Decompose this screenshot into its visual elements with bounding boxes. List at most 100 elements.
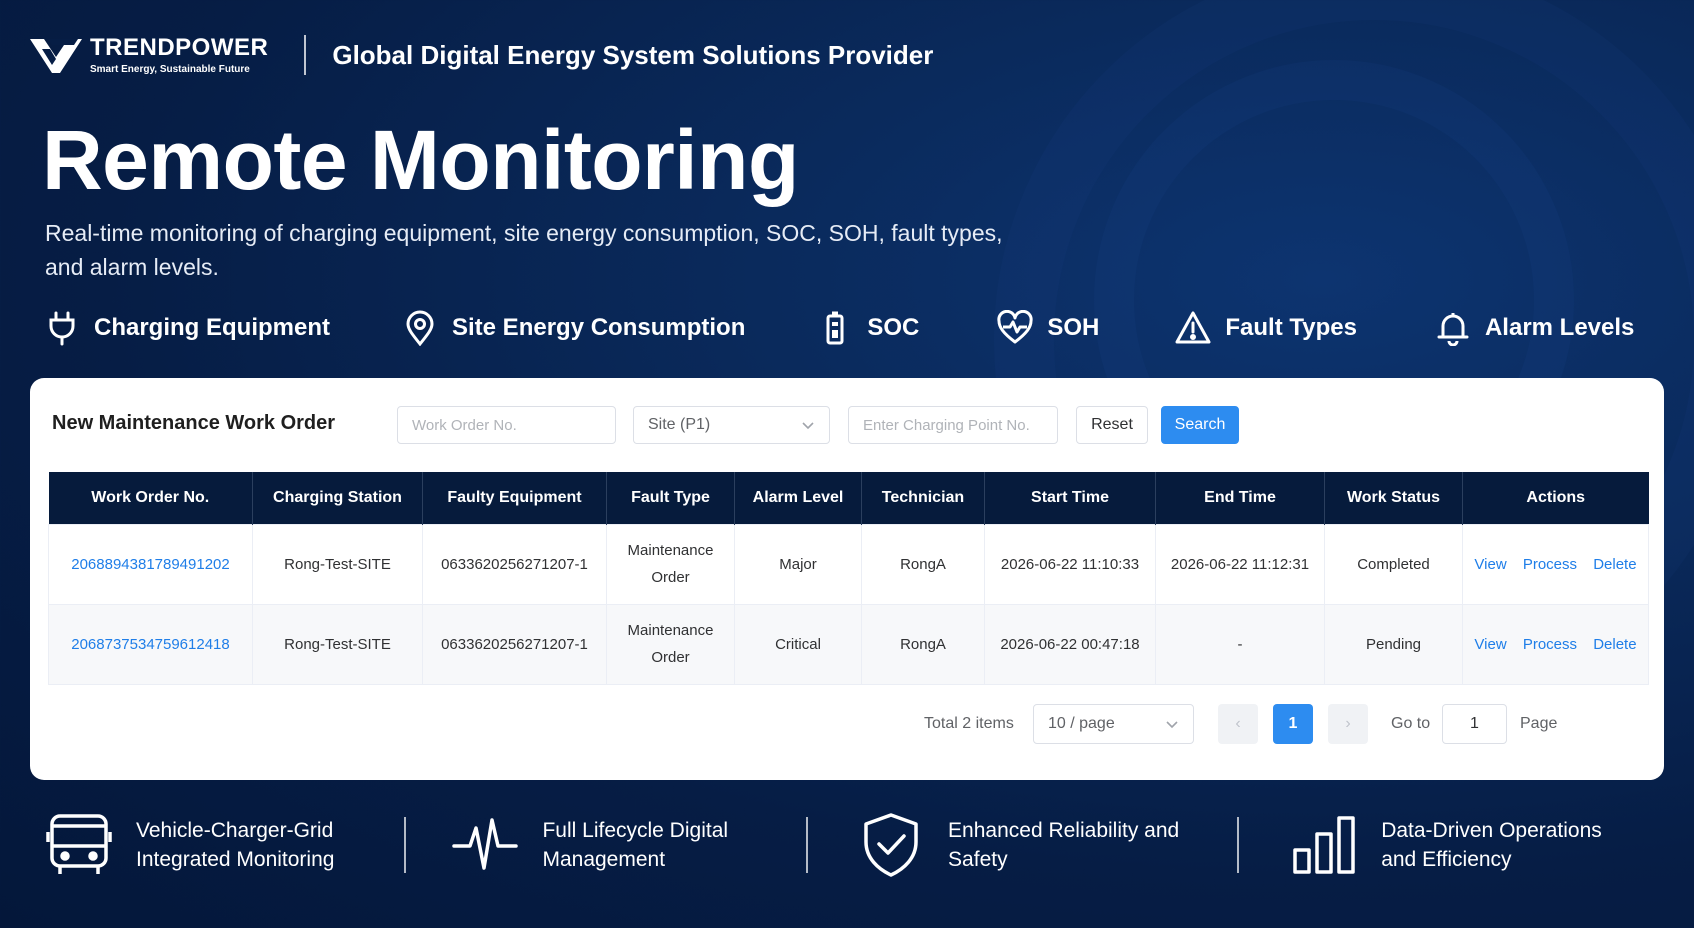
delete-link[interactable]: Delete bbox=[1593, 636, 1636, 653]
end-time-cell: 2026-06-22 11:12:31 bbox=[1155, 523, 1325, 605]
table-header-row: Work Order No. Charging Station Faulty E… bbox=[48, 472, 1649, 524]
header-divider bbox=[304, 35, 307, 75]
process-link[interactable]: Process bbox=[1523, 636, 1577, 653]
feature-list: Charging Equipment Site Energy Consumpti… bbox=[44, 310, 1634, 346]
fault-type-cell: Maintenance Order bbox=[606, 523, 735, 605]
work-status-cell: Pending bbox=[1324, 603, 1463, 685]
highlight-line: Enhanced Reliability and bbox=[948, 819, 1180, 842]
site-select[interactable]: Site (P1) bbox=[633, 406, 830, 444]
search-button[interactable]: Search bbox=[1161, 406, 1239, 444]
trendpower-logo-icon bbox=[30, 39, 82, 73]
feature-site-energy: Site Energy Consumption bbox=[402, 310, 745, 346]
charging-point-input[interactable] bbox=[848, 406, 1058, 444]
column-header[interactable]: Start Time bbox=[984, 472, 1156, 524]
goto-page-input[interactable] bbox=[1442, 704, 1507, 744]
highlight-line: Vehicle-Charger-Grid bbox=[136, 819, 334, 842]
work-order-link[interactable]: 2068737534759612418 bbox=[71, 636, 230, 653]
feature-label: Alarm Levels bbox=[1484, 314, 1635, 341]
page-label: Page bbox=[1520, 715, 1558, 732]
feature-label: SOC bbox=[867, 314, 920, 341]
column-header[interactable]: Fault Type bbox=[606, 472, 735, 524]
column-header[interactable]: Charging Station bbox=[252, 472, 423, 524]
feature-label: SOH bbox=[1047, 314, 1100, 341]
highlight-item: Enhanced Reliability and Safety bbox=[858, 812, 1179, 878]
process-link[interactable]: Process bbox=[1523, 556, 1577, 573]
brand-tagline: Smart Energy, Sustainable Future bbox=[90, 63, 250, 75]
faulty-equipment-cell: 0633620256271207-1 bbox=[422, 523, 607, 605]
page-title: Remote Monitoring bbox=[42, 113, 799, 207]
page-1-button[interactable]: 1 bbox=[1273, 704, 1313, 744]
alarm-level-cell: Major bbox=[734, 523, 862, 605]
view-link[interactable]: View bbox=[1474, 636, 1506, 653]
bus-icon bbox=[46, 814, 112, 874]
chevron-down-icon bbox=[802, 422, 814, 430]
faulty-equipment-cell: 0633620256271207-1 bbox=[422, 603, 607, 685]
highlight-line: Integrated Monitoring bbox=[136, 848, 335, 871]
actions-cell: View Process Delete bbox=[1462, 603, 1649, 685]
column-header[interactable]: End Time bbox=[1155, 472, 1325, 524]
bell-icon bbox=[1437, 313, 1469, 346]
prev-page-button[interactable]: ‹ bbox=[1218, 704, 1258, 744]
start-time-cell: 2026-06-22 00:47:18 bbox=[984, 603, 1156, 685]
fault-type-cell: Maintenance Order bbox=[606, 603, 735, 685]
header-slogan: Global Digital Energy System Solutions P… bbox=[332, 39, 934, 70]
brand-name: TRENDPOWER bbox=[90, 33, 269, 61]
column-header[interactable]: Work Order No. bbox=[48, 472, 253, 524]
page-size-select[interactable]: 10 / page bbox=[1033, 704, 1194, 744]
column-header[interactable]: Actions bbox=[1462, 472, 1649, 524]
view-link[interactable]: View bbox=[1474, 556, 1506, 573]
work-order-input[interactable] bbox=[397, 406, 616, 444]
work-order-panel: New Maintenance Work Order Site (P1) Res… bbox=[30, 378, 1664, 780]
shield-check-icon bbox=[864, 813, 918, 877]
column-header[interactable]: Alarm Level bbox=[734, 472, 862, 524]
technician-cell: RongA bbox=[861, 523, 985, 605]
technician-cell: RongA bbox=[861, 603, 985, 685]
work-status-cell: Completed bbox=[1324, 523, 1463, 605]
site-select-value: Site (P1) bbox=[648, 416, 711, 433]
feature-fault-types: Fault Types bbox=[1175, 310, 1357, 346]
highlight-line: Full Lifecycle Digital bbox=[542, 819, 729, 842]
plug-icon bbox=[49, 311, 75, 346]
pulse-icon bbox=[452, 818, 519, 870]
table-row: 2068737534759612418 Rong-Test-SITE 06336… bbox=[48, 603, 1649, 685]
bar-chart-icon bbox=[1293, 816, 1355, 874]
feature-soh: SOH bbox=[997, 310, 1099, 346]
work-order-table: Work Order No. Charging Station Faulty E… bbox=[48, 472, 1649, 685]
fault-type-line: Maintenance bbox=[627, 542, 714, 559]
actions-cell: View Process Delete bbox=[1462, 523, 1649, 605]
charging-station-cell: Rong-Test-SITE bbox=[252, 603, 423, 685]
feature-label: Site Energy Consumption bbox=[452, 314, 746, 341]
pagination-total: Total 2 items bbox=[924, 715, 1014, 732]
fault-type-line: Order bbox=[651, 649, 690, 666]
page-size-value: 10 / page bbox=[1048, 715, 1115, 732]
highlight-line: Data-Driven Operations bbox=[1381, 819, 1602, 842]
highlight-item: Data-Driven Operations and Efficiency bbox=[1291, 812, 1602, 878]
column-header[interactable]: Work Status bbox=[1324, 472, 1463, 524]
next-page-button[interactable]: › bbox=[1328, 704, 1368, 744]
battery-icon bbox=[826, 311, 844, 345]
chevron-down-icon bbox=[1166, 721, 1178, 729]
heart-pulse-icon bbox=[997, 310, 1033, 344]
feature-label: Charging Equipment bbox=[94, 314, 330, 341]
delete-link[interactable]: Delete bbox=[1593, 556, 1636, 573]
location-pin-icon bbox=[406, 310, 434, 346]
charging-station-cell: Rong-Test-SITE bbox=[252, 523, 423, 605]
column-header[interactable]: Technician bbox=[861, 472, 985, 524]
warning-triangle-icon bbox=[1175, 311, 1211, 344]
feature-soc: SOC bbox=[817, 310, 919, 346]
highlights-strip: Vehicle-Charger-Grid Integrated Monitori… bbox=[46, 812, 1602, 878]
highlight-line: Management bbox=[542, 848, 666, 871]
highlight-item: Vehicle-Charger-Grid Integrated Monitori… bbox=[46, 812, 334, 878]
start-time-cell: 2026-06-22 11:10:33 bbox=[984, 523, 1156, 605]
work-order-link[interactable]: 2068894381789491202 bbox=[71, 556, 230, 573]
header: TRENDPOWER Smart Energy, Sustainable Fut… bbox=[30, 30, 933, 80]
brand-logo: TRENDPOWER Smart Energy, Sustainable Fut… bbox=[30, 35, 268, 75]
highlight-line: and Efficiency bbox=[1381, 848, 1512, 871]
feature-charging-equipment: Charging Equipment bbox=[44, 310, 330, 346]
page-description: Real-time monitoring of charging equipme… bbox=[45, 220, 1003, 280]
reset-button[interactable]: Reset bbox=[1076, 406, 1148, 444]
alarm-level-cell: Critical bbox=[734, 603, 862, 685]
divider bbox=[1237, 817, 1240, 873]
column-header[interactable]: Faulty Equipment bbox=[422, 472, 607, 524]
fault-type-line: Order bbox=[651, 569, 690, 586]
